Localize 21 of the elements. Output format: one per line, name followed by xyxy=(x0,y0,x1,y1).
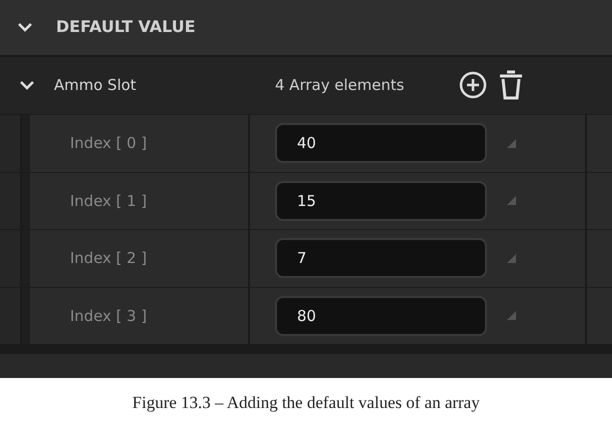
section-header[interactable]: DEFAULT VALUE xyxy=(0,0,612,55)
figure-caption: Figure 13.3 – Adding the default values of an array xyxy=(131,392,481,414)
element-label: Index [ 3 ] xyxy=(70,306,147,327)
resize-icon xyxy=(507,311,516,320)
property-name: Ammo Slot xyxy=(54,75,136,96)
chevron-icon[interactable] xyxy=(18,22,32,32)
value-field[interactable]: 40 xyxy=(275,123,487,164)
value-field[interactable]: 7 xyxy=(275,238,487,278)
section-title: DEFAULT VALUE xyxy=(56,16,196,38)
value-field[interactable]: 15 xyxy=(275,180,487,221)
resize-icon xyxy=(507,196,516,206)
array-count: 4 Array elements xyxy=(275,75,404,96)
delete-icon[interactable] xyxy=(499,70,524,100)
element-label: Index [ 1 ] xyxy=(70,190,147,212)
chevron-icon[interactable] xyxy=(20,80,34,90)
add-icon[interactable] xyxy=(459,71,488,100)
value-field[interactable]: 80 xyxy=(275,296,487,336)
resize-icon xyxy=(507,138,516,148)
element-label: Index [ 2 ] xyxy=(70,248,147,270)
element-label: Index [ 0 ] xyxy=(70,133,147,154)
resize-icon xyxy=(507,254,516,263)
